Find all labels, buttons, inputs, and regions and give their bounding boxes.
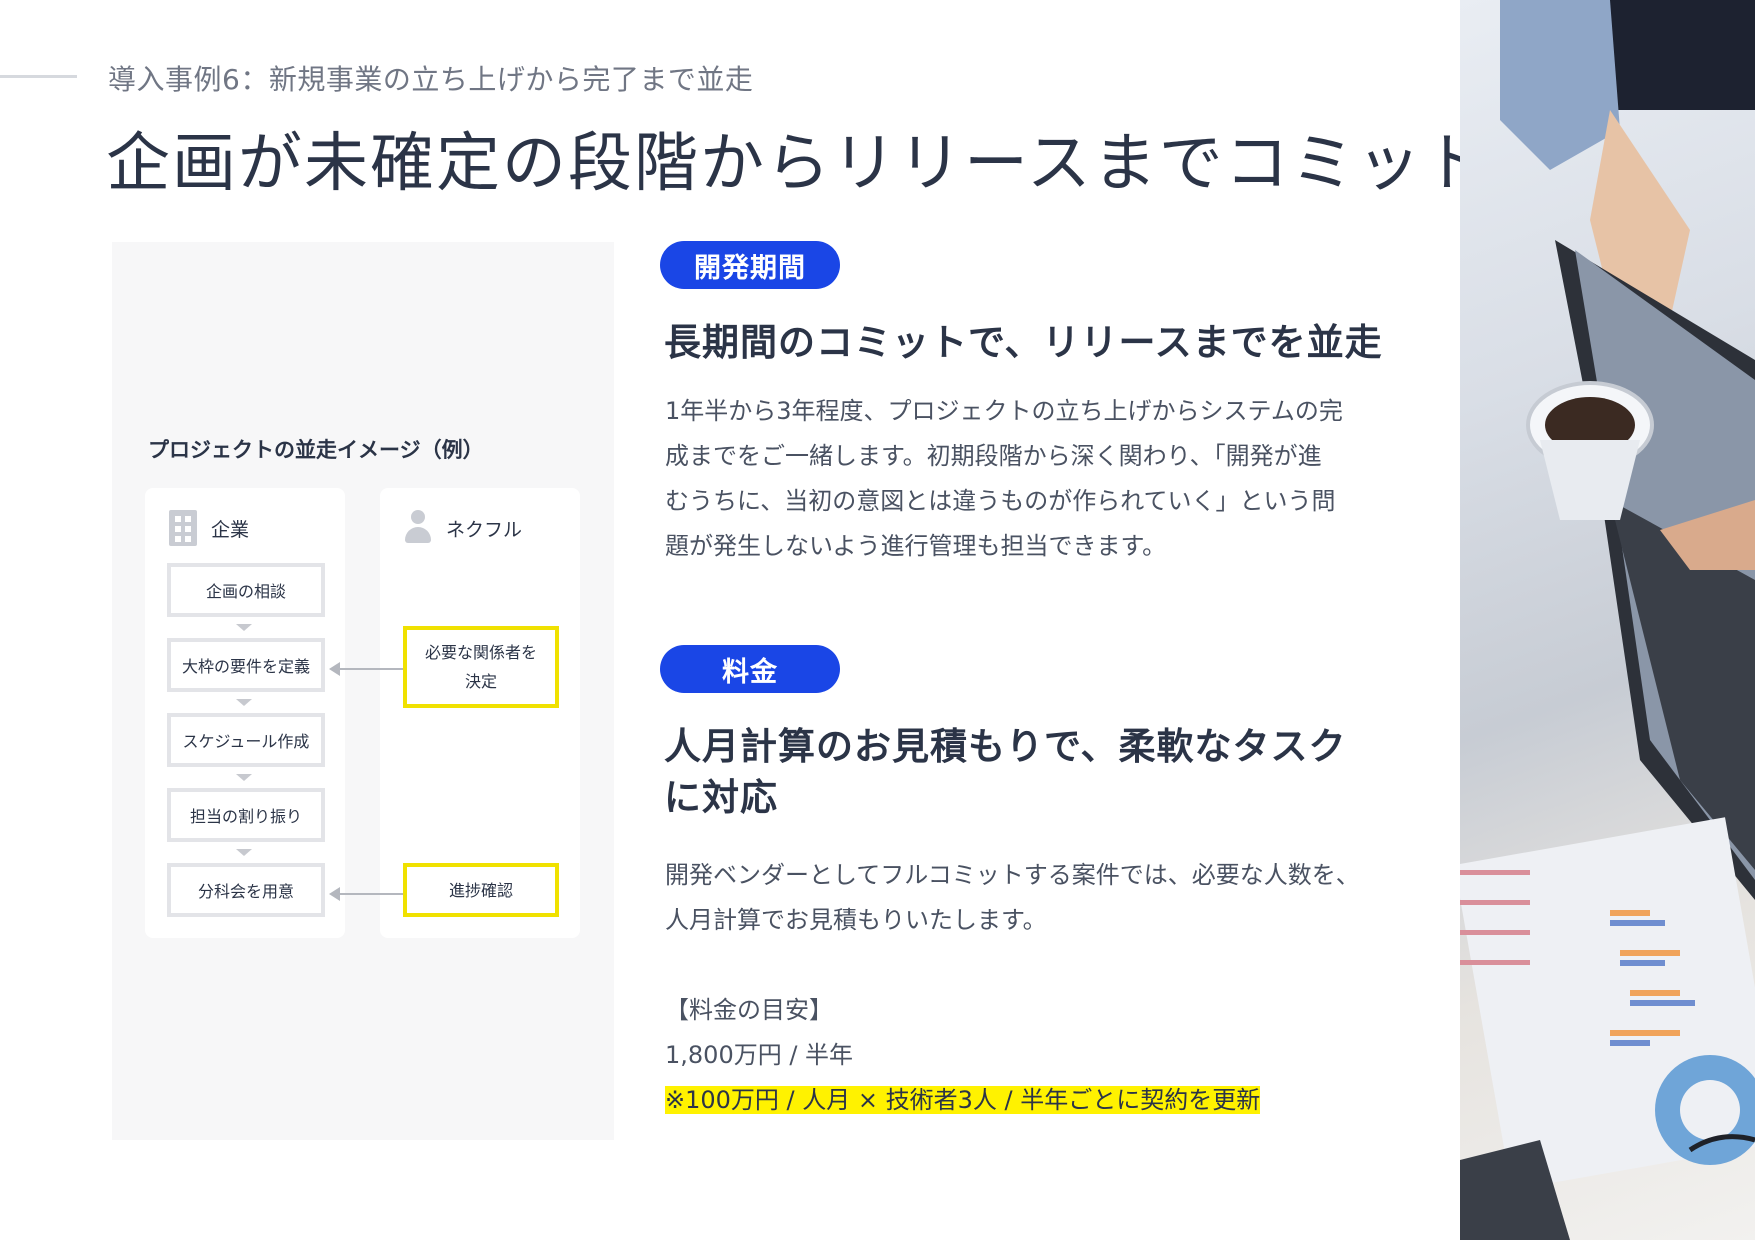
company-step: 大枠の要件を定義 (167, 638, 325, 692)
badge-development-period: 開発期間 (660, 241, 840, 289)
nekful-header: ネクフル (404, 510, 522, 546)
price-note: ※100万円 / 人月 × 技術者3人 / 半年ごとに契約を更新 (665, 1086, 1261, 1114)
down-arrow-icon (236, 624, 252, 631)
body-line: むうちに、当初の意図とは違うものが作られていく」という問 (665, 487, 1336, 515)
company-label: 企業 (211, 518, 250, 541)
company-step: スケジュール作成 (167, 713, 325, 767)
section1-body: 1年半から3年程度、プロジェクトの立ち上げからシステムの完 成までをご一緒します… (665, 389, 1395, 569)
diagram-title: プロジェクトの並走イメージ（例） (148, 438, 484, 462)
nekful-step: 必要な関係者を 決定 (403, 626, 559, 708)
company-step: 企画の相談 (167, 563, 325, 617)
body-line: 1年半から3年程度、プロジェクトの立ち上げからシステムの完 (665, 397, 1343, 425)
page-title: 企画が未確定の段階からリリースまでコミット (106, 127, 1489, 201)
section2-heading: 人月計算のお見積もりで、柔軟なタスク に対応 (664, 721, 1347, 823)
company-step: 担当の割り振り (167, 788, 325, 842)
decorative-line (0, 75, 77, 78)
body-line: 人月計算でお見積もりいたします。 (665, 906, 1047, 934)
body-line: 成までをご一緒します。初期段階から深く関わり、「開発が進 (665, 442, 1322, 470)
section2-body: 開発ベンダーとしてフルコミットする案件では、必要な人数を、 人月計算でお見積もり… (665, 853, 1395, 1123)
price-value: 1,800万円 / 半年 (665, 1041, 854, 1069)
heading-line: 人月計算のお見積もりで、柔軟なタスク (664, 725, 1347, 768)
heading-line: に対応 (664, 776, 778, 819)
arrow-line (338, 893, 403, 895)
body-line: 開発ベンダーとしてフルコミットする案件では、必要な人数を、 (665, 861, 1360, 889)
arrow-line (338, 668, 403, 670)
down-arrow-icon (236, 849, 252, 856)
photo-illustration (1460, 0, 1755, 1240)
nekful-step: 進捗確認 (403, 863, 559, 917)
company-step: 分科会を用意 (167, 863, 325, 917)
person-icon (404, 510, 432, 546)
down-arrow-icon (236, 774, 252, 781)
company-column: 企業 企画の相談 大枠の要件を定義 スケジュール作成 担当の割り振り 分科会を用… (145, 488, 345, 938)
page-subtitle: 導入事例6：新規事業の立ち上げから完了まで並走 (108, 63, 754, 96)
section1-heading: 長期間のコミットで、リリースまでを並走 (664, 321, 1383, 364)
nekful-label: ネクフル (446, 518, 523, 541)
price-title: 【料金の目安】 (665, 996, 833, 1024)
office-desk-photo (1460, 0, 1755, 1240)
down-arrow-icon (236, 699, 252, 706)
body-line: 題が発生しないよう進行管理も担当できます。 (665, 532, 1167, 560)
company-header: 企業 (169, 510, 249, 546)
building-icon (169, 510, 197, 546)
badge-pricing: 料金 (660, 645, 840, 693)
project-diagram-panel: プロジェクトの並走イメージ（例） 企業 企画の相談 大枠の要件を定義 スケジュー… (112, 242, 614, 1140)
nekful-column: ネクフル 必要な関係者を 決定 進捗確認 (380, 488, 580, 938)
